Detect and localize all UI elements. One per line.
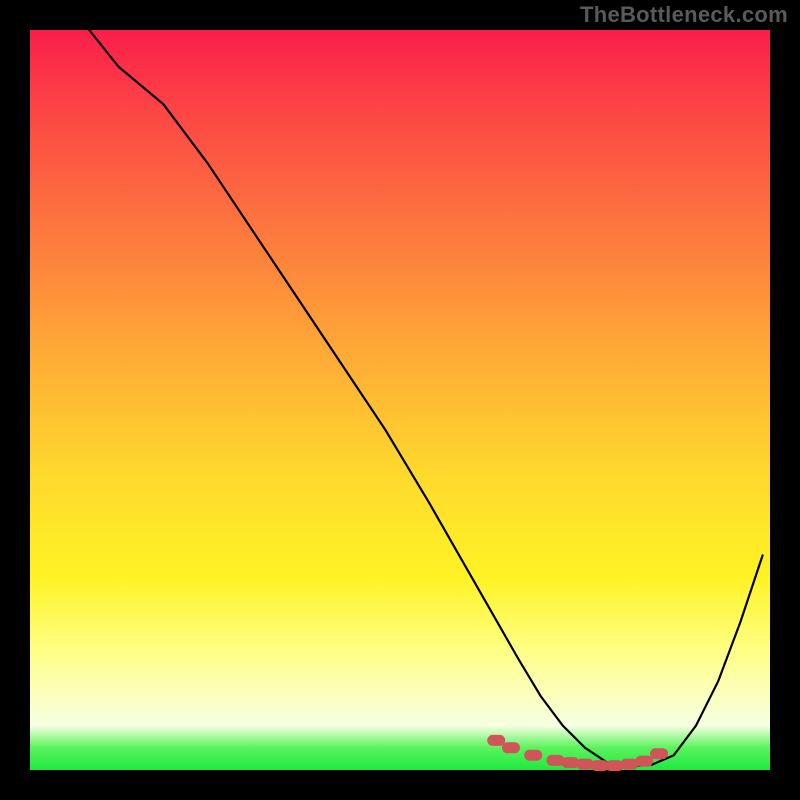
plot-area bbox=[30, 30, 770, 770]
highlight-dot bbox=[524, 750, 542, 761]
highlight-dot bbox=[502, 742, 520, 753]
attribution-label: TheBottleneck.com bbox=[580, 2, 788, 28]
highlight-dot bbox=[487, 735, 505, 746]
curve-svg bbox=[30, 30, 770, 770]
highlight-dot bbox=[650, 748, 668, 759]
bottleneck-curve bbox=[89, 30, 762, 766]
highlight-dot bbox=[635, 756, 653, 767]
chart-container: TheBottleneck.com bbox=[0, 0, 800, 800]
